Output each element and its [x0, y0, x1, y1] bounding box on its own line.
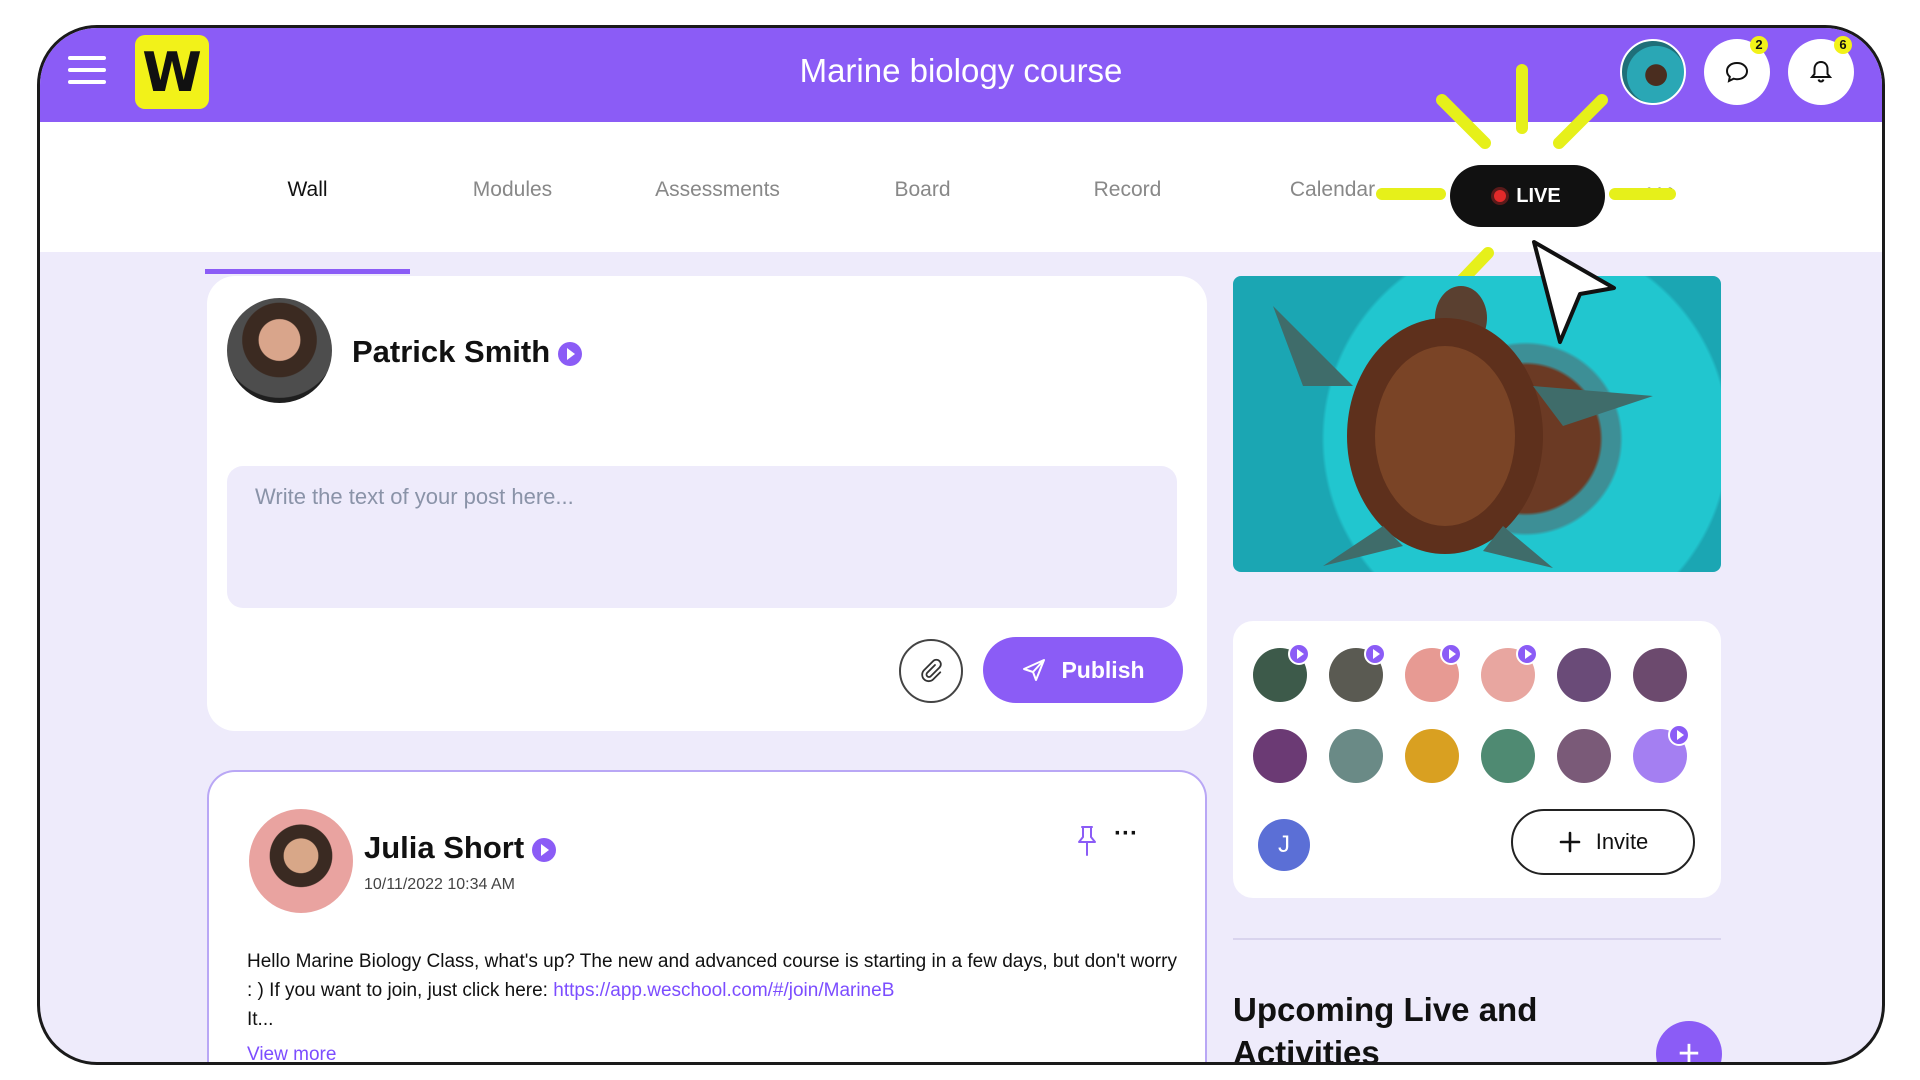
more-tabs-icon[interactable]: ••• [1645, 178, 1676, 206]
app-window: W Marine biology course 2 6 Wall Modules… [37, 25, 1885, 1065]
notifications-badge: 6 [1834, 36, 1852, 54]
composer-author-name: Patrick Smith [352, 334, 551, 369]
paperclip-icon [921, 658, 942, 683]
post-text-input[interactable] [227, 466, 1177, 608]
tab-assessments[interactable]: Assessments [615, 178, 820, 202]
tab-calendar[interactable]: Calendar [1230, 178, 1435, 202]
live-button[interactable]: LIVE [1450, 165, 1605, 227]
verified-icon [558, 341, 583, 366]
member-avatar[interactable] [1557, 648, 1611, 702]
play-badge-icon [1516, 643, 1538, 665]
member-avatar[interactable] [1557, 729, 1611, 783]
member-avatar[interactable] [1405, 729, 1459, 783]
add-activity-button[interactable]: + [1656, 1021, 1722, 1062]
play-badge-icon [1364, 643, 1386, 665]
course-title: Marine biology course [799, 52, 1123, 89]
play-badge-icon [1440, 643, 1462, 665]
course-cover-image [1233, 276, 1721, 572]
tab-board[interactable]: Board [820, 178, 1025, 202]
post-date: 10/11/2022 10:34 AM [364, 876, 515, 893]
section-divider [1233, 938, 1721, 940]
member-avatar[interactable] [1329, 729, 1383, 783]
notifications-button[interactable]: 6 [1788, 36, 1854, 105]
wall-post: Julia Short 10/11/2022 10:34 AM ··· Hell… [207, 770, 1207, 1062]
messages-button[interactable]: 2 [1704, 36, 1770, 105]
tab-wall[interactable]: Wall [205, 178, 410, 202]
member-letter-avatar[interactable]: J [1258, 819, 1310, 871]
tabs-bar: Wall Modules Assessments Board Record Ca… [40, 122, 1882, 274]
top-bar: W Marine biology course 2 6 [40, 28, 1882, 122]
composer-author: Patrick Smith [352, 334, 583, 370]
pin-icon[interactable] [1074, 824, 1100, 858]
post-options-icon[interactable]: ··· [1114, 820, 1138, 848]
invite-button[interactable]: Invite [1511, 809, 1695, 875]
live-indicator-icon [1494, 190, 1507, 202]
plus-icon [1559, 831, 1581, 853]
turtle-image [1273, 286, 1653, 568]
member-avatar[interactable] [1481, 729, 1535, 783]
chat-icon [1725, 61, 1749, 83]
member-avatar[interactable] [1633, 648, 1687, 702]
publish-button[interactable]: Publish [983, 637, 1183, 703]
attach-button[interactable] [899, 639, 963, 703]
post-author-name: Julia Short [364, 830, 525, 865]
live-label: LIVE [1516, 184, 1561, 207]
composer-avatar [227, 298, 332, 403]
play-badge-icon [1288, 643, 1310, 665]
post-join-link[interactable]: https://app.weschool.com/#/join/MarineB [553, 980, 894, 1001]
tab-record[interactable]: Record [1025, 178, 1230, 202]
view-more-link[interactable]: View more [247, 1044, 336, 1062]
post-author-avatar [249, 809, 353, 913]
post-body: Hello Marine Biology Class, what's up? T… [247, 947, 1177, 1034]
upcoming-title: Upcoming Live and Activities [1233, 991, 1538, 1065]
post-author: Julia Short [364, 830, 557, 866]
publish-label: Publish [1061, 656, 1145, 683]
verified-icon [532, 837, 557, 862]
messages-badge: 2 [1750, 36, 1768, 54]
member-avatar[interactable] [1253, 729, 1307, 783]
post-text-tail: It... [247, 1009, 274, 1030]
members-panel: J Invite [1233, 621, 1721, 898]
post-composer: Patrick Smith Publish [207, 276, 1207, 731]
active-tab-indicator [205, 269, 410, 274]
bell-icon [1809, 60, 1833, 83]
invite-label: Invite [1595, 829, 1649, 854]
user-avatar[interactable] [1620, 39, 1686, 105]
tab-modules[interactable]: Modules [410, 178, 615, 202]
send-icon [1023, 659, 1046, 681]
play-badge-icon [1668, 724, 1690, 746]
